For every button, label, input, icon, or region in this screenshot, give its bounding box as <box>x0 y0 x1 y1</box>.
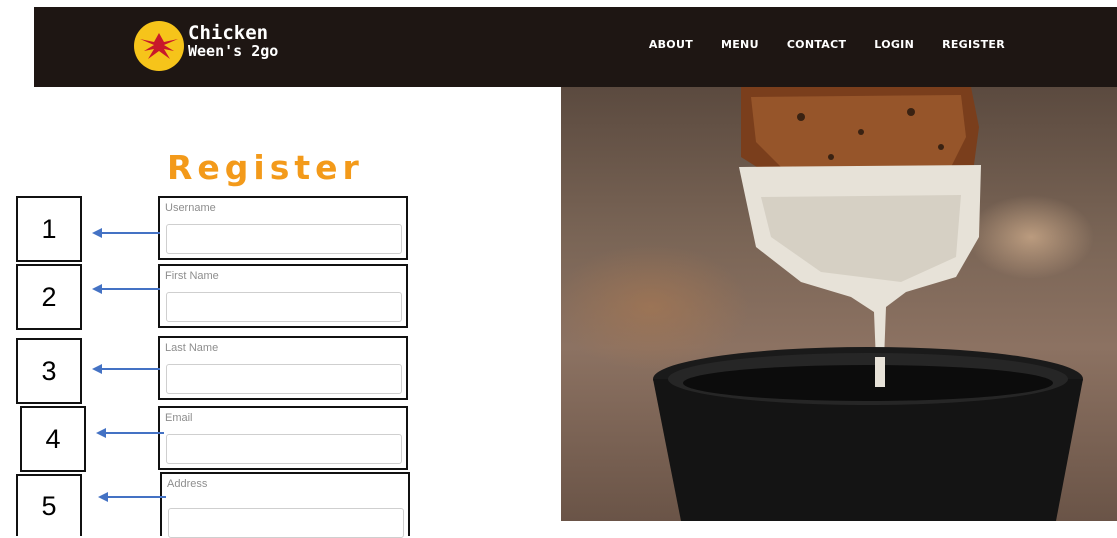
pointer-arrow-icon <box>96 428 164 438</box>
pointer-arrow-icon <box>92 284 160 294</box>
nav-menu[interactable]: MENU <box>721 38 759 51</box>
annotation-number-2: 2 <box>16 264 82 330</box>
first-name-label: First Name <box>165 270 219 282</box>
annotation-number-4: 4 <box>20 406 86 472</box>
address-label: Address <box>167 478 208 490</box>
nav-about[interactable]: ABOUT <box>649 38 693 51</box>
hero-food-photo <box>561 87 1117 521</box>
annotation-number-3: 3 <box>16 338 82 404</box>
nav-register[interactable]: REGISTER <box>942 38 1005 51</box>
brand-name-line1: Chicken <box>188 22 269 44</box>
main-nav: ABOUT MENU CONTACT LOGIN REGISTER <box>649 38 1005 51</box>
username-input[interactable] <box>166 224 402 254</box>
email-input[interactable] <box>166 434 402 464</box>
nav-contact[interactable]: CONTACT <box>787 38 846 51</box>
last-name-field: Last Name <box>158 336 408 400</box>
first-name-input[interactable] <box>166 292 402 322</box>
pointer-arrow-icon <box>98 492 166 502</box>
brand-logo[interactable]: Chicken Ween's 2go <box>134 19 324 71</box>
username-field: Username <box>158 196 408 260</box>
last-name-input[interactable] <box>166 364 402 394</box>
first-name-field: First Name <box>158 264 408 328</box>
username-label: Username <box>165 202 216 214</box>
address-input[interactable] <box>168 508 404 538</box>
pointer-arrow-icon <box>92 228 160 238</box>
email-label: Email <box>165 412 193 424</box>
nav-login[interactable]: LOGIN <box>874 38 914 51</box>
email-field: Email <box>158 406 408 470</box>
register-heading: Register <box>167 148 364 187</box>
annotation-number-1: 1 <box>16 196 82 262</box>
address-field: Address <box>160 472 410 538</box>
pointer-arrow-icon <box>92 364 160 374</box>
last-name-label: Last Name <box>165 342 219 354</box>
top-navigation-bar: Chicken Ween's 2go ABOUT MENU CONTACT LO… <box>34 7 1117 87</box>
brand-name-line2: Ween's 2go <box>188 42 279 60</box>
wing-icon <box>134 21 184 71</box>
annotation-number-5: 5 <box>16 474 82 536</box>
